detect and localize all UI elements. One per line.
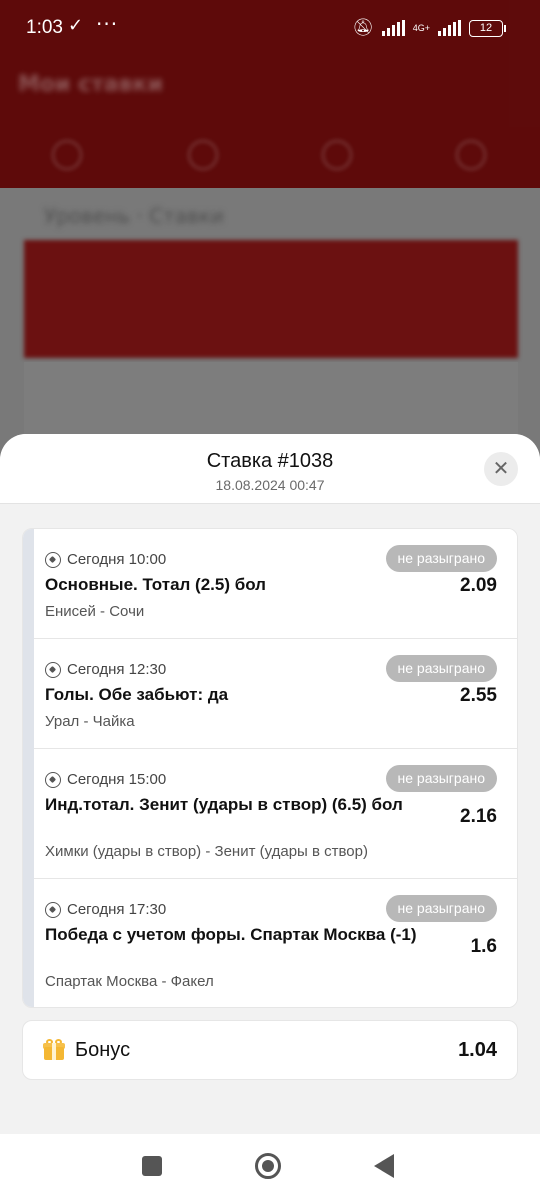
sheet-datetime: 18.08.2024 00:47 <box>215 477 325 493</box>
bonus-row: Бонус 1.04 <box>22 1020 518 1080</box>
check-icon: ✓ <box>68 15 84 36</box>
more-dots-icon: ··· <box>96 12 119 36</box>
bet-market: Инд.тотал. Зенит (удары в створ) (6.5) б… <box>45 795 403 814</box>
bet-teams: Спартак Москва - Факел <box>45 973 214 990</box>
system-nav-bar <box>0 1134 540 1200</box>
bonus-label: Бонус <box>75 1039 131 1061</box>
sheet-header: Ставка #1038 18.08.2024 00:47 ✕ <box>0 434 540 504</box>
bet-time-text: Сегодня 12:30 <box>67 661 167 678</box>
status-badge: не разыграно <box>385 545 497 572</box>
bet-odds: 2.16 <box>460 806 497 827</box>
bet-item[interactable]: Сегодня 15:00 не разыграно Инд.тотал. Зе… <box>34 749 517 879</box>
status-indicators: 🔕︎ 4G+ 12 <box>352 18 506 38</box>
bet-time: Сегодня 12:30 <box>45 661 166 678</box>
bet-details-sheet: Ставка #1038 18.08.2024 00:47 ✕ Сегодня … <box>0 434 540 1134</box>
bet-market: Победа с учетом форы. Спартак Москва (-1… <box>45 925 417 944</box>
close-button[interactable]: ✕ <box>484 452 518 486</box>
bet-teams: Химки (удары в створ) - Зенит (удары в с… <box>45 843 368 860</box>
bet-item[interactable]: Сегодня 12:30 не разыграно Голы. Обе заб… <box>34 639 517 749</box>
bet-time-text: Сегодня 17:30 <box>67 901 167 918</box>
battery-tip <box>504 24 506 32</box>
bet-time-text: Сегодня 10:00 <box>67 551 167 568</box>
home-button[interactable] <box>255 1153 281 1179</box>
battery-icon: 12 <box>469 19 503 37</box>
bet-time: Сегодня 10:00 <box>45 551 166 568</box>
bet-teams: Енисей - Сочи <box>45 603 145 620</box>
bet-market: Основные. Тотал (2.5) бол <box>45 575 266 594</box>
bet-odds: 2.09 <box>460 575 497 596</box>
bet-odds: 1.6 <box>470 936 497 957</box>
bet-market: Голы. Обе забьют: да <box>45 685 229 704</box>
bell-off-icon: 🔕︎ <box>352 18 374 38</box>
back-button[interactable] <box>374 1154 394 1178</box>
status-badge: не разыграно <box>385 895 497 922</box>
signal-icon-2 <box>438 20 461 36</box>
gift-icon <box>43 1039 65 1061</box>
bet-item[interactable]: Сегодня 10:00 не разыграно Основные. Тот… <box>34 529 517 639</box>
status-badge: не разыграно <box>385 765 497 792</box>
network-type: 4G+ <box>412 22 430 33</box>
recents-button[interactable] <box>142 1156 162 1176</box>
bet-time: Сегодня 17:30 <box>45 901 166 918</box>
soccer-ball-icon <box>45 551 61 568</box>
bet-teams: Урал - Чайка <box>45 713 135 730</box>
bet-time: Сегодня 15:00 <box>45 771 166 788</box>
bonus-value: 1.04 <box>458 1039 497 1061</box>
bet-item[interactable]: Сегодня 17:30 не разыграно Победа с учет… <box>34 879 517 1007</box>
status-bar: 1:03 ✓ ··· 🔕︎ 4G+ 12 <box>0 0 540 58</box>
bet-time-text: Сегодня 15:00 <box>67 771 167 788</box>
bets-list: Сегодня 10:00 не разыграно Основные. Тот… <box>22 528 518 1008</box>
bet-odds: 2.55 <box>460 685 497 706</box>
soccer-ball-icon <box>45 661 61 678</box>
status-badge: не разыграно <box>385 655 497 682</box>
soccer-ball-icon <box>45 771 61 788</box>
signal-icon <box>381 20 405 36</box>
bets-accent-bar <box>23 529 34 1007</box>
close-icon: ✕ <box>492 456 510 480</box>
sheet-title: Ставка #1038 <box>206 450 334 472</box>
soccer-ball-icon <box>45 901 61 918</box>
status-time: 1:03 <box>26 17 63 38</box>
